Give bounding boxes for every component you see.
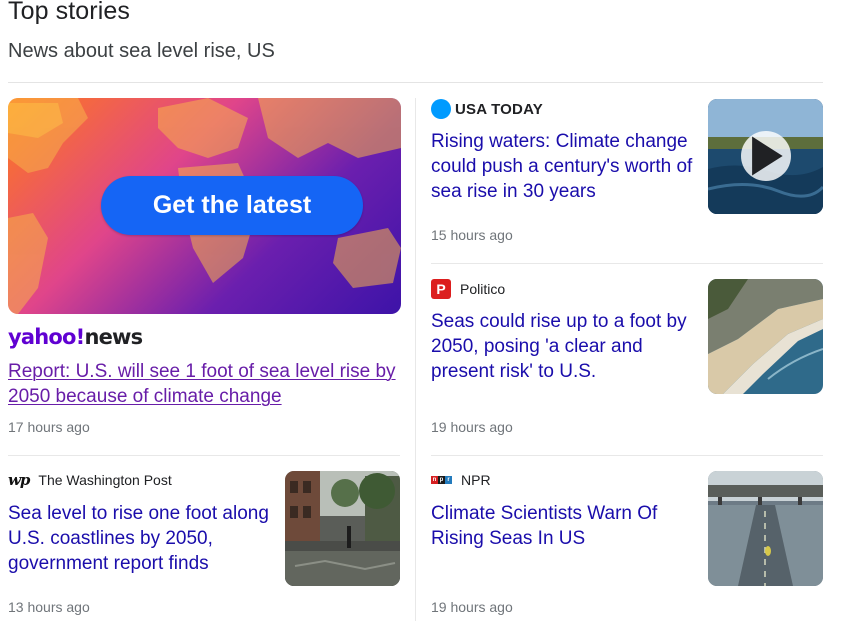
- wapo-thumbnail[interactable]: [285, 471, 400, 586]
- usatoday-timestamp: 15 hours ago: [431, 227, 513, 243]
- story-divider: [431, 263, 823, 264]
- section-title: Top stories: [8, 0, 130, 25]
- source-name: Politico: [460, 281, 506, 297]
- yahoo-timestamp: 17 hours ago: [8, 419, 90, 435]
- npr-source: n p r NPR: [431, 470, 491, 490]
- politico-headline[interactable]: Seas could rise up to a foot by 2050, po…: [431, 309, 695, 384]
- npr-headline[interactable]: Climate Scientists Warn Of Rising Seas I…: [431, 501, 695, 551]
- story-divider: [431, 455, 823, 456]
- story-divider: [8, 455, 400, 456]
- wapo-headline[interactable]: Sea level to rise one foot along U.S. co…: [8, 501, 270, 576]
- usa-today-icon: [431, 99, 451, 119]
- usatoday-source: USA TODAY: [431, 99, 543, 119]
- politico-thumbnail[interactable]: [708, 279, 823, 394]
- npr-thumbnail[interactable]: [708, 471, 823, 586]
- usatoday-headline[interactable]: Rising waters: Climate change could push…: [431, 129, 695, 204]
- politico-headline-link[interactable]: Seas could rise up to a foot by 2050, po…: [431, 309, 695, 384]
- washington-post-icon: wp: [8, 471, 30, 489]
- politico-timestamp: 19 hours ago: [431, 419, 513, 435]
- npr-headline-link[interactable]: Climate Scientists Warn Of Rising Seas I…: [431, 501, 695, 551]
- politico-source: P Politico: [431, 279, 505, 299]
- get-the-latest-button[interactable]: Get the latest: [101, 176, 363, 235]
- play-video-button[interactable]: [741, 131, 791, 181]
- play-icon: [752, 136, 783, 176]
- section-subtitle: News about sea level rise, US: [8, 40, 275, 62]
- source-name: The Washington Post: [38, 472, 172, 488]
- column-divider: [415, 98, 416, 621]
- usatoday-thumbnail[interactable]: [708, 99, 823, 214]
- npr-timestamp: 19 hours ago: [431, 599, 513, 615]
- usatoday-headline-link[interactable]: Rising waters: Climate change could push…: [431, 129, 695, 204]
- npr-icon: n p r: [431, 476, 452, 484]
- wapo-timestamp: 13 hours ago: [8, 599, 90, 615]
- yahoo-headline[interactable]: Report: U.S. will see 1 foot of sea leve…: [8, 359, 401, 409]
- wapo-headline-link[interactable]: Sea level to rise one foot along U.S. co…: [8, 501, 270, 576]
- politico-icon: P: [431, 279, 451, 299]
- header-divider: [8, 82, 823, 83]
- source-name: NPR: [461, 472, 491, 488]
- source-name: USA TODAY: [455, 100, 543, 118]
- yahoo-news-logo: yahoo!news: [8, 325, 143, 349]
- hero-image[interactable]: Get the latest: [8, 98, 401, 314]
- yahoo-headline-link[interactable]: Report: U.S. will see 1 foot of sea leve…: [8, 359, 401, 409]
- wapo-source: wp The Washington Post: [8, 470, 172, 490]
